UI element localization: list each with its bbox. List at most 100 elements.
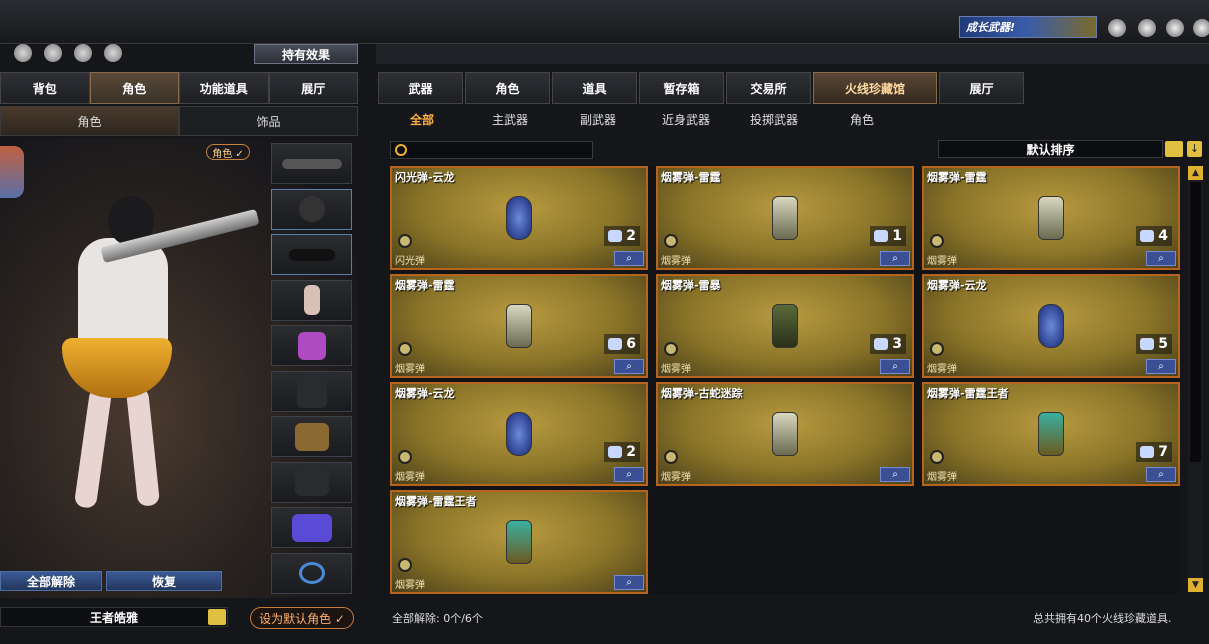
list-view-icon[interactable] [1165,141,1183,157]
effect-button[interactable]: 持有效果 [254,44,358,64]
promo-banner[interactable]: 成长武器! [959,16,1097,38]
scroll-down-icon[interactable]: ▼ [1188,578,1203,592]
slot-empty-pet[interactable] [271,461,352,503]
inspect-button[interactable]: ⌕ [880,251,910,266]
logo-icon[interactable] [1193,19,1209,37]
item-count-value: 5 [1158,336,1168,352]
slot-glasses[interactable] [271,234,352,275]
sort-select[interactable]: 默认排序 [938,140,1163,158]
item-card[interactable]: 烟雾弹-雷霆 6 烟雾弹 ⌕ [390,274,648,378]
item-card[interactable]: 烟雾弹-雷霆王者 烟雾弹 ⌕ [390,490,648,594]
item-card[interactable]: 烟雾弹-古蛇迷踪 烟雾弹 ⌕ [656,382,914,486]
item-card[interactable]: 烟雾弹-雷霆 4 烟雾弹 ⌕ [922,166,1180,270]
ammo-pouch-icon [294,422,329,451]
character-leg [73,387,113,509]
item-count-value: 2 [626,444,636,460]
slot-box[interactable] [271,325,352,366]
inspect-button[interactable]: ⌕ [880,359,910,374]
rank-badge-icon [398,450,412,464]
rank-badge-icon [664,450,678,464]
inspect-button[interactable]: ⌕ [614,467,644,482]
subtab-character[interactable]: 角色 [0,106,179,136]
sort-direction-icon[interactable]: ↓ [1187,141,1202,157]
inspect-button[interactable]: ⌕ [614,575,644,590]
tab-weapons[interactable]: 武器 [378,72,463,104]
tab-backpack[interactable]: 背包 [0,72,90,104]
scrollbar[interactable]: ▲ ▼ [1188,166,1203,592]
slot-helmet[interactable] [271,188,352,230]
scroll-thumb[interactable] [1190,182,1201,462]
item-count-value: 4 [1158,228,1168,244]
inspect-button[interactable]: ⌕ [1146,251,1176,266]
search-input[interactable] [390,141,593,159]
subtab-melee[interactable]: 近身武器 [642,106,730,132]
wing-icon[interactable] [0,146,24,198]
rank-badge-icon [398,558,412,572]
tab-storage[interactable]: 暂存箱 [639,72,724,104]
gift-icon [1140,446,1155,458]
box-icon [297,331,326,360]
tab-role[interactable]: 角色 [465,72,550,104]
category-tab-bar: 全部 主武器 副武器 近身武器 投掷武器 角色 [378,106,1206,132]
left-subtab-bar: 角色 饰品 [0,106,358,136]
user-icon[interactable] [74,44,92,62]
shield-icon[interactable] [1108,19,1126,37]
grenade-icon [1038,304,1064,348]
inspect-button[interactable]: ⌕ [1146,359,1176,374]
grenade-icon [506,304,532,348]
item-card[interactable]: 闪光弹-云龙 2 闪光弹 ⌕ [390,166,648,270]
menu-icon[interactable] [208,609,226,625]
slot-ring[interactable] [271,552,352,594]
total-summary: 总共拥有40个火线珍藏道具. [1033,612,1172,625]
tab-exchange[interactable]: 交易所 [726,72,811,104]
item-card[interactable]: 烟雾弹-云龙 5 烟雾弹 ⌕ [922,274,1180,378]
scroll-up-icon[interactable]: ▲ [1188,166,1203,180]
slot-empty-vest[interactable] [271,370,352,412]
item-count: 6 [604,334,640,354]
subtab-role[interactable]: 角色 [818,106,906,132]
inspect-button[interactable]: ⌕ [1146,467,1176,482]
set-default-role-button[interactable]: 设为默认角色 ✓ [250,607,354,629]
item-type: 烟雾弹 [661,472,691,483]
inspect-button[interactable]: ⌕ [614,359,644,374]
tab-showroom-right[interactable]: 展厅 [939,72,1024,104]
rank-badge-icon [930,342,944,356]
slot-ammo[interactable] [271,416,352,457]
item-title: 闪光弹-云龙 [395,171,455,184]
item-type: 烟雾弹 [395,364,425,375]
eye-icon[interactable] [44,44,62,62]
subtab-secondary[interactable]: 副武器 [554,106,642,132]
slot-dragon[interactable] [271,507,352,548]
subtab-accessory[interactable]: 饰品 [179,106,358,136]
item-card[interactable]: 烟雾弹-雷霆 1 烟雾弹 ⌕ [656,166,914,270]
inspect-button[interactable]: ⌕ [614,251,644,266]
doll-icon [303,285,320,315]
subtab-primary[interactable]: 主武器 [466,106,554,132]
bag-icon[interactable] [104,44,122,62]
item-type: 烟雾弹 [927,472,957,483]
subtab-all[interactable]: 全部 [378,106,466,132]
item-card[interactable]: 烟雾弹-雷暴 3 烟雾弹 ⌕ [656,274,914,378]
character-skirt [62,338,172,398]
item-card[interactable]: 烟雾弹-雷霆王者 7 烟雾弹 ⌕ [922,382,1180,486]
slot-primary-weapon[interactable] [271,143,352,184]
tab-function-items[interactable]: 功能道具 [179,72,269,104]
chart-icon[interactable] [14,44,32,62]
restore-button[interactable]: 恢复 [106,571,222,591]
item-title: 烟雾弹-古蛇迷踪 [661,387,743,400]
slot-doll[interactable] [271,279,352,321]
tab-showroom[interactable]: 展厅 [268,72,358,104]
grenade-icon [506,520,532,564]
unequip-all-button[interactable]: 全部解除 [0,571,102,591]
item-card[interactable]: 烟雾弹-云龙 2 烟雾弹 ⌕ [390,382,648,486]
bolt-icon[interactable] [1166,19,1184,37]
tab-items[interactable]: 道具 [552,72,637,104]
subtab-throwable[interactable]: 投掷武器 [730,106,818,132]
item-type: 烟雾弹 [927,256,957,267]
inspect-button[interactable]: ⌕ [880,467,910,482]
tab-collection[interactable]: 火线珍藏馆 [813,72,937,104]
character-name: 王者皓雅 [0,607,228,627]
subtab-accessory-label: 饰品 [256,114,281,129]
tab-character[interactable]: 角色 [89,72,179,104]
target-icon[interactable] [1138,19,1156,37]
